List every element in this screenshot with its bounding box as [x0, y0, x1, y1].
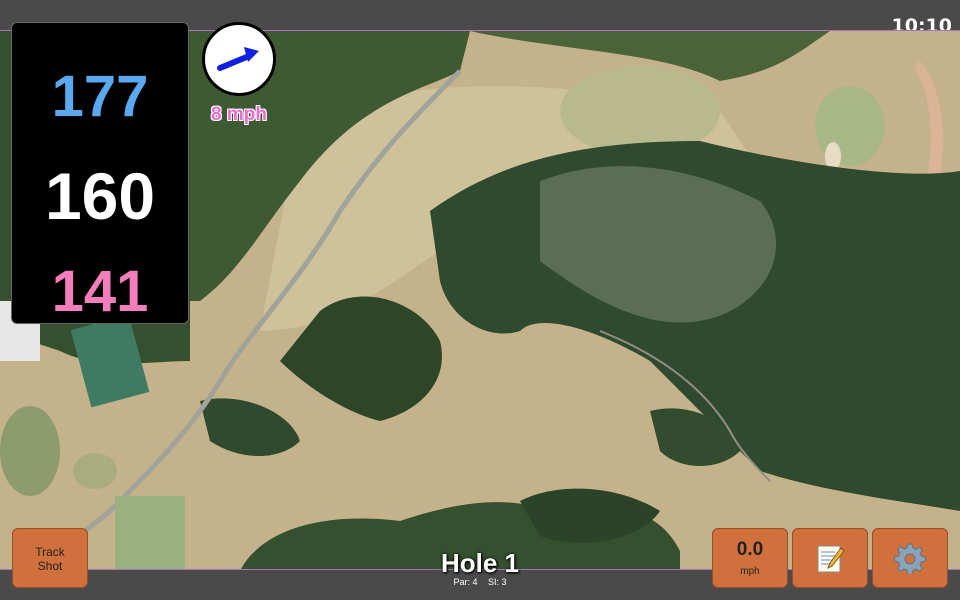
- wind-speed-label: 8 mph: [211, 104, 267, 125]
- distance-back: 177: [51, 64, 149, 129]
- wind-direction-dial: [202, 22, 276, 96]
- distance-front: 141: [51, 259, 149, 324]
- stroke-index-label: SI: 3: [488, 577, 507, 587]
- track-shot-label-line1: Track: [35, 545, 65, 559]
- distance-middle: 160: [44, 159, 156, 233]
- notepad-icon: [817, 545, 845, 573]
- track-shot-button[interactable]: Track Shot: [12, 528, 88, 588]
- speed-unit: mph: [740, 566, 760, 577]
- hole-meta: Par: 4 SI: 3: [380, 577, 580, 587]
- settings-button[interactable]: [872, 528, 948, 588]
- speed-button[interactable]: 0.0 mph: [712, 528, 788, 588]
- notes-button[interactable]: [792, 528, 868, 588]
- arrow-icon: [217, 47, 259, 71]
- distance-panel: 177 160 141: [11, 22, 189, 324]
- gear-icon: [894, 543, 926, 574]
- speed-value: 0.0: [736, 539, 764, 560]
- track-shot-label-line2: Shot: [37, 559, 63, 573]
- hole-title: Hole 1: [440, 548, 520, 578]
- par-label: Par: 4: [453, 577, 478, 587]
